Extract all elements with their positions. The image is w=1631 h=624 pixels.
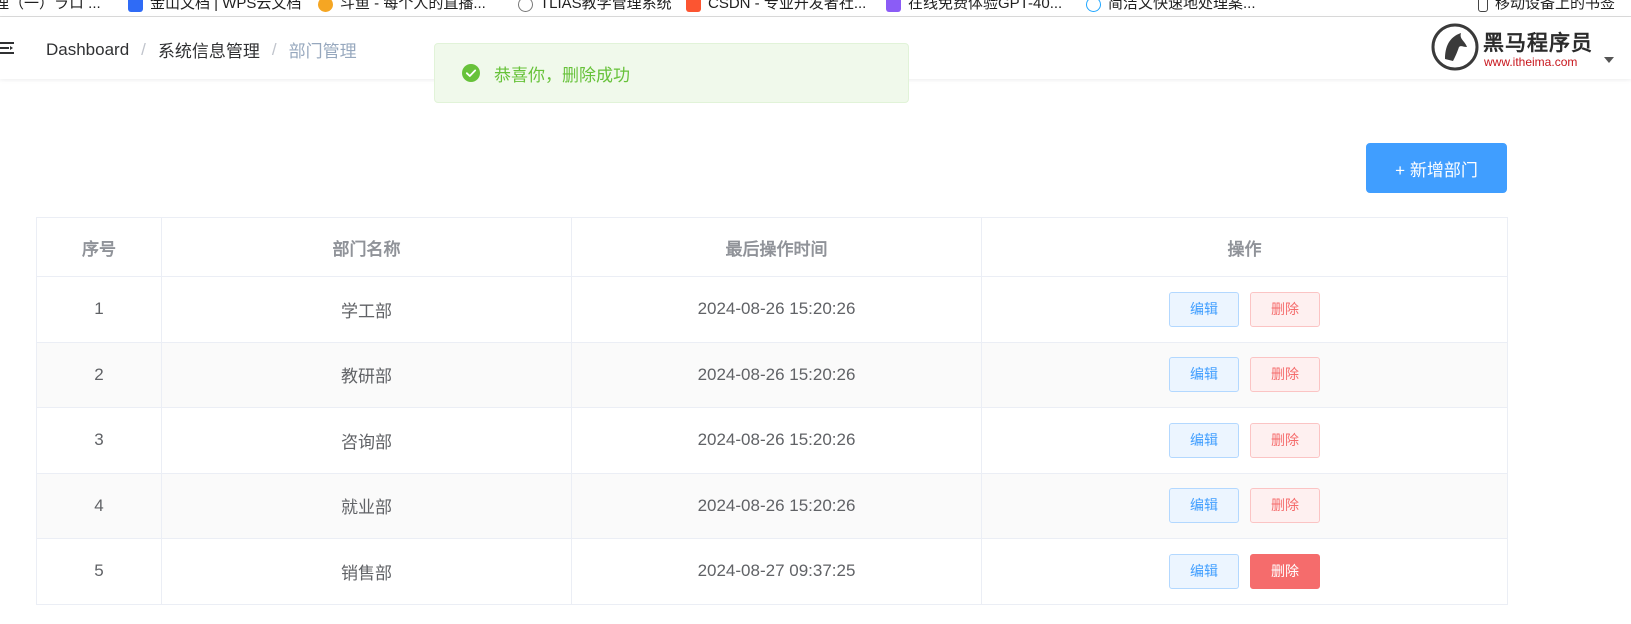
table-header-row: 序号 部门名称 最后操作时间 操作 — [36, 217, 1508, 277]
edit-button[interactable]: 编辑 — [1169, 553, 1239, 589]
bookmark-item[interactable]: 移动设备上的书签 — [1478, 0, 1615, 14]
cell-time: 2024-08-26 15:20:26 — [571, 276, 982, 343]
cell-time: 2024-08-26 15:20:26 — [571, 341, 982, 408]
table-row: 4 就业部 2024-08-26 15:20:26 编辑 删除 — [36, 472, 1508, 539]
edit-button[interactable]: 编辑 — [1169, 357, 1239, 393]
column-header-name: 部门名称 — [161, 217, 572, 277]
cell-time: 2024-08-26 15:20:26 — [571, 472, 982, 539]
check-circle-icon — [462, 64, 480, 82]
logo-url: www.itheima.com — [1484, 55, 1578, 69]
bookmark-item[interactable]: 理（一）ラロ ... — [0, 0, 101, 14]
gpt-icon — [886, 0, 901, 12]
bookmark-label: TLIAS教学管理系统 — [540, 0, 672, 12]
cell-actions: 编辑 删除 — [981, 276, 1508, 343]
bookmark-label: CSDN - 专业开发者社... — [708, 0, 867, 12]
mobile-icon — [1478, 0, 1488, 12]
cell-index: 5 — [36, 538, 162, 605]
cell-index: 1 — [36, 276, 162, 343]
bookmark-label: 理（一）ラロ ... — [0, 0, 101, 12]
cell-index: 4 — [36, 472, 162, 539]
cell-actions: 编辑 删除 — [981, 407, 1508, 474]
hamburger-icon[interactable] — [0, 41, 14, 55]
edit-button[interactable]: 编辑 — [1169, 488, 1239, 524]
bookmark-item[interactable]: 简洁文快速地处理案... — [1086, 0, 1256, 14]
column-header-time: 最后操作时间 — [571, 217, 982, 277]
bookmark-label: 移动设备上的书签 — [1495, 0, 1616, 12]
bookmark-label: 简洁文快速地处理案... — [1108, 0, 1256, 12]
cell-actions: 编辑 删除 — [981, 538, 1508, 605]
column-header-actions: 操作 — [981, 217, 1508, 277]
bookmark-item[interactable]: CSDN - 专业开发者社... — [686, 0, 866, 14]
bookmark-item[interactable]: TLIAS教学管理系统 — [518, 0, 672, 14]
cell-time: 2024-08-26 15:20:26 — [571, 407, 982, 474]
column-header-index: 序号 — [36, 217, 162, 277]
add-department-button[interactable]: + 新增部门 — [1366, 143, 1507, 193]
cell-index: 2 — [36, 341, 162, 408]
table-row: 2 教研部 2024-08-26 15:20:26 编辑 删除 — [36, 341, 1508, 408]
delete-button[interactable]: 删除 — [1250, 553, 1320, 589]
bookmarks-bar: 理（一）ラロ ... 金山文档 | WPS云文档 斗鱼 - 每个人的直播... … — [0, 0, 1631, 17]
breadcrumb-separator: / — [141, 39, 146, 59]
table-row: 5 销售部 2024-08-27 09:37:25 编辑 删除 — [36, 538, 1508, 605]
bookmark-label: 斗鱼 - 每个人的直播... — [340, 0, 486, 12]
cloud-icon — [1086, 0, 1101, 12]
delete-button[interactable]: 删除 — [1250, 488, 1320, 524]
wps-icon — [128, 0, 143, 12]
user-dropdown-caret-icon[interactable] — [1604, 57, 1614, 63]
bookmark-item[interactable]: 金山文档 | WPS云文档 — [128, 0, 301, 14]
breadcrumb-dashboard[interactable]: Dashboard — [46, 40, 129, 60]
delete-button[interactable]: 删除 — [1250, 357, 1320, 393]
brand-logo[interactable]: 黑马程序员 www.itheima.com — [1431, 21, 1593, 75]
table-row: 1 学工部 2024-08-26 15:20:26 编辑 删除 — [36, 276, 1508, 343]
bookmark-label: 金山文档 | WPS云文档 — [150, 0, 302, 12]
cell-index: 3 — [36, 407, 162, 474]
delete-button[interactable]: 删除 — [1250, 291, 1320, 327]
table-row: 3 咨询部 2024-08-26 15:20:26 编辑 删除 — [36, 407, 1508, 474]
cell-actions: 编辑 删除 — [981, 472, 1508, 539]
breadcrumb: Dashboard / 系统信息管理 / 部门管理 — [46, 37, 357, 62]
cell-name: 销售部 — [161, 538, 572, 605]
cell-actions: 编辑 删除 — [981, 341, 1508, 408]
csdn-icon — [686, 0, 701, 12]
message-text: 恭喜你，删除成功 — [494, 65, 630, 85]
breadcrumb-current: 部门管理 — [288, 42, 357, 61]
delete-button[interactable]: 删除 — [1250, 422, 1320, 458]
globe-icon — [518, 0, 533, 12]
breadcrumb-separator: / — [271, 39, 277, 59]
cell-name: 咨询部 — [161, 407, 572, 474]
success-message: 恭喜你，删除成功 — [434, 43, 909, 103]
department-table: 序号 部门名称 最后操作时间 操作 1 学工部 2024-08-26 15:20… — [36, 217, 1508, 605]
cell-time: 2024-08-27 09:37:25 — [571, 538, 982, 605]
edit-button[interactable]: 编辑 — [1169, 291, 1239, 327]
bookmark-label: 在线免费体验GPT-40... — [908, 0, 1063, 12]
edit-button[interactable]: 编辑 — [1169, 422, 1239, 458]
cell-name: 就业部 — [161, 472, 572, 539]
cell-name: 学工部 — [161, 276, 572, 343]
bookmark-item[interactable]: 在线免费体验GPT-40... — [886, 0, 1062, 14]
breadcrumb-system-info[interactable]: 系统信息管理 — [158, 37, 260, 62]
cell-name: 教研部 — [161, 341, 572, 408]
logo-title: 黑马程序员 — [1483, 32, 1593, 55]
horse-logo-icon — [1431, 23, 1479, 71]
douyu-icon — [318, 0, 333, 12]
bookmark-item[interactable]: 斗鱼 - 每个人的直播... — [318, 0, 486, 14]
